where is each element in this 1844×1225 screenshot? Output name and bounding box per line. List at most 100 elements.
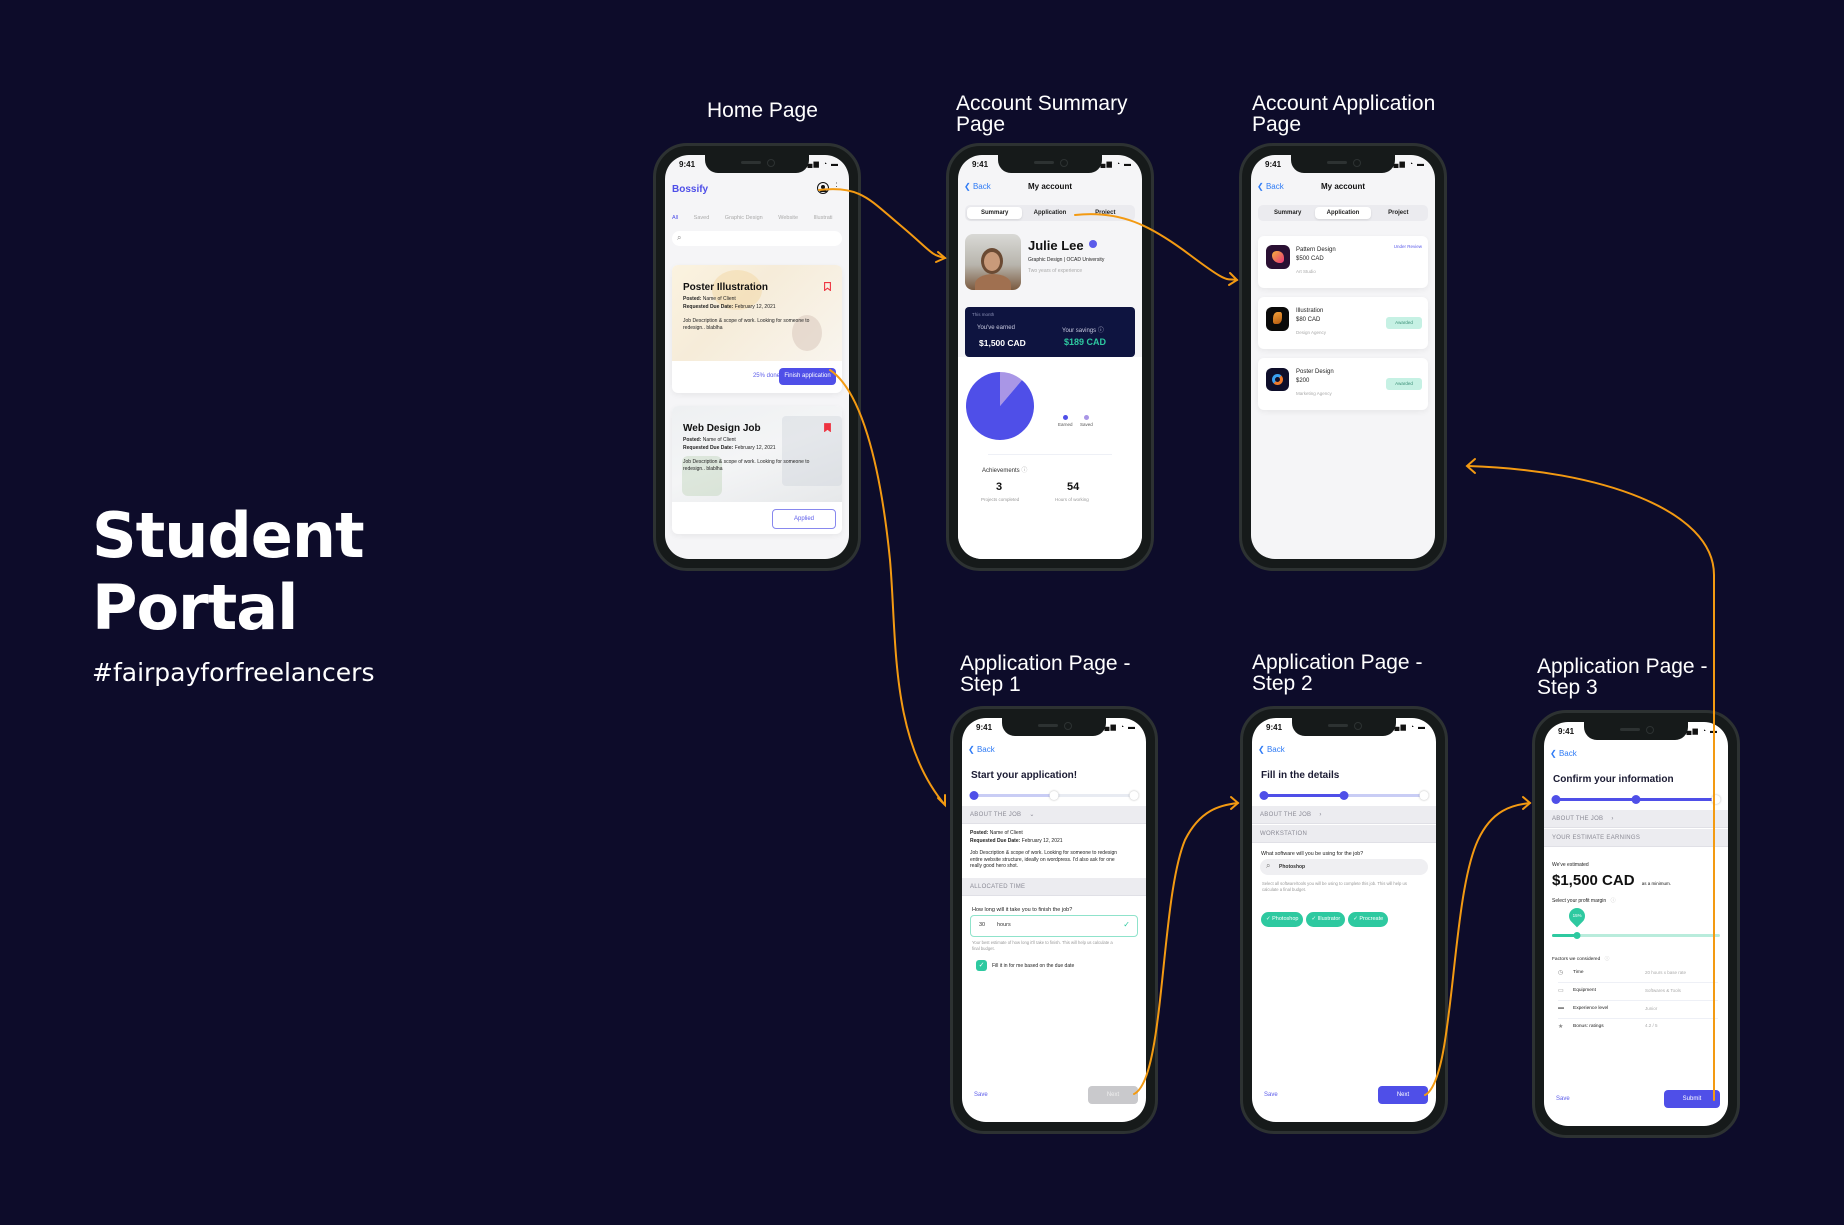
factor-row: ★ Bonus: ratings 4.2 / 5 bbox=[1558, 1019, 1718, 1037]
filter-tab-all[interactable]: All bbox=[672, 215, 678, 221]
value: Name of Client bbox=[702, 437, 736, 443]
bookmark-outline-icon[interactable] bbox=[824, 282, 831, 291]
filter-tab-saved[interactable]: Saved bbox=[694, 215, 710, 221]
progress-dot-2 bbox=[1049, 791, 1059, 800]
step-heading: Fill in the details bbox=[1261, 770, 1340, 781]
section-estimate-earnings: YOUR ESTIMATE EARNINGS bbox=[1544, 829, 1728, 847]
account-tabs: Summary Application Project bbox=[965, 205, 1135, 221]
check-icon: ✓ bbox=[1266, 916, 1271, 922]
save-button[interactable]: Save bbox=[1556, 1096, 1570, 1102]
status-time: 9:41 bbox=[1265, 160, 1282, 169]
legend-label: Saved bbox=[1080, 422, 1093, 427]
chevron-right-icon: › bbox=[1611, 816, 1614, 822]
back-button[interactable]: ❮ Back bbox=[1550, 749, 1577, 758]
help-icon[interactable]: ⓘ bbox=[1605, 957, 1610, 962]
bookmark-filled-icon[interactable] bbox=[824, 423, 831, 432]
tab-application[interactable]: Application bbox=[1022, 207, 1077, 219]
section-label: ABOUT THE JOB bbox=[970, 812, 1022, 818]
verified-badge-icon bbox=[1089, 240, 1098, 248]
factor-name: Time bbox=[1573, 970, 1584, 975]
job-card[interactable]: Web Design Job Posted: Name of Client Re… bbox=[672, 406, 842, 534]
filter-tab-graphic-design[interactable]: Graphic Design bbox=[725, 215, 763, 221]
section-about-job[interactable]: ABOUT THE JOB ⌄ bbox=[962, 806, 1146, 824]
chevron-right-icon: › bbox=[1319, 812, 1322, 818]
label: Posted: bbox=[970, 830, 989, 836]
title-summary: Account Summary Page bbox=[956, 93, 1128, 135]
application-item[interactable]: Poster Design $200 Marketing Agency Awar… bbox=[1258, 358, 1428, 410]
title-application: Account Application Page bbox=[1252, 93, 1435, 135]
application-company: Design Agency bbox=[1296, 330, 1327, 335]
tab-application[interactable]: Application bbox=[1315, 207, 1371, 219]
progress-dot-3 bbox=[1129, 791, 1139, 800]
finish-application-button[interactable]: Finish application bbox=[779, 368, 836, 385]
application-amount: $500 CAD bbox=[1296, 256, 1324, 262]
step-progress bbox=[969, 791, 1139, 800]
section-label: ABOUT THE JOB bbox=[1260, 812, 1312, 818]
software-search-input[interactable]: ⌕ Photoshop bbox=[1260, 859, 1428, 875]
help-icon[interactable]: ⓘ bbox=[1098, 328, 1104, 334]
next-button-disabled[interactable]: Next bbox=[1088, 1086, 1138, 1104]
next-button[interactable]: Next bbox=[1378, 1086, 1428, 1104]
chip-photoshop[interactable]: ✓ Photoshop bbox=[1261, 912, 1304, 927]
auto-fill-checkbox[interactable]: ✓ bbox=[976, 960, 987, 971]
arrow-head bbox=[937, 794, 946, 808]
phone-application-step2: 9:41 ▂▄▆ ◔ ▬ ❮ Back Fill in the details … bbox=[1240, 706, 1448, 1134]
more-vertical-icon[interactable]: ⋮ bbox=[832, 182, 841, 191]
phone-notch bbox=[1002, 718, 1106, 736]
applied-button[interactable]: Applied bbox=[772, 509, 836, 529]
help-icon[interactable]: ⓘ bbox=[1021, 468, 1027, 474]
submit-button[interactable]: Submit bbox=[1664, 1090, 1720, 1108]
status-time: 9:41 bbox=[679, 160, 696, 169]
user-circle-icon[interactable] bbox=[817, 182, 829, 194]
title-step1: Application Page - Step 1 bbox=[960, 653, 1130, 695]
value: February 12, 2021 bbox=[734, 445, 776, 451]
tab-project[interactable]: Project bbox=[1371, 207, 1426, 219]
tab-summary[interactable]: Summary bbox=[967, 207, 1023, 219]
factors-list: ◷ Time 20 hours x base rate ▭ Equipment … bbox=[1558, 965, 1718, 1037]
check-icon: ✓ bbox=[1311, 916, 1317, 922]
home-screen: 9:41 ▂▄▆ ◔ ▬ Bossify ⋮ All Saved Graphic… bbox=[665, 155, 849, 559]
step-progress bbox=[1551, 795, 1721, 804]
chip-illustrator[interactable]: ✓ Illustrator bbox=[1306, 912, 1346, 927]
progress-fill bbox=[1264, 794, 1344, 797]
section-about-job[interactable]: ABOUT THE JOB › bbox=[1252, 806, 1436, 824]
slider-thumb[interactable] bbox=[1573, 932, 1581, 939]
progress-light bbox=[974, 794, 1054, 797]
application-item[interactable]: Pattern Design $500 CAD Art Studio Under… bbox=[1258, 236, 1428, 288]
section-workstation: WORKSTATION bbox=[1252, 825, 1436, 843]
step-heading: Start your application! bbox=[971, 770, 1078, 781]
monitor-icon: ▭ bbox=[1558, 988, 1564, 994]
back-button[interactable]: ❮ Back bbox=[1258, 745, 1285, 754]
application-title: Pattern Design bbox=[1296, 247, 1336, 253]
job-card-image bbox=[672, 406, 842, 502]
savings-value: $189 CAD bbox=[1064, 337, 1107, 347]
tab-project[interactable]: Project bbox=[1078, 207, 1133, 219]
filter-tab-website[interactable]: Website bbox=[778, 215, 798, 221]
hours-input[interactable]: 30 hours ✓ bbox=[970, 915, 1138, 937]
application-item[interactable]: Illustration $80 CAD Design Agency Award… bbox=[1258, 297, 1428, 349]
filter-tab-illustration[interactable]: Illustrati bbox=[814, 215, 833, 221]
job-card[interactable]: Poster Illustration Posted: Name of Clie… bbox=[672, 265, 842, 393]
value: February 12, 2021 bbox=[734, 304, 776, 310]
hours-question: How long will it take you to finish the … bbox=[972, 907, 1073, 913]
progress-light bbox=[1344, 794, 1424, 797]
phone-notch bbox=[1291, 155, 1395, 173]
help-icon[interactable]: ⓘ bbox=[1611, 898, 1616, 904]
margin-slider[interactable]: 15% bbox=[1552, 904, 1720, 939]
chevron-left-icon: ❮ bbox=[1258, 745, 1265, 754]
save-button[interactable]: Save bbox=[1264, 1092, 1278, 1098]
back-button[interactable]: ❮ Back bbox=[968, 745, 995, 754]
hours-unit: hours bbox=[997, 922, 1011, 928]
search-input[interactable]: ⌕ bbox=[672, 231, 842, 246]
chip-procreate[interactable]: ✓ Procreate bbox=[1348, 912, 1389, 927]
tab-summary[interactable]: Summary bbox=[1260, 207, 1315, 219]
application-company: Marketing Agency bbox=[1296, 391, 1332, 396]
pie-chart bbox=[966, 372, 1034, 440]
save-button[interactable]: Save bbox=[974, 1092, 988, 1098]
clock-icon: ◷ bbox=[1558, 970, 1564, 976]
projects-value: 3 bbox=[996, 481, 1003, 493]
section-about-job[interactable]: ABOUT THE JOB › bbox=[1544, 810, 1728, 828]
title-step3-line1: Application Page - bbox=[1537, 655, 1708, 678]
step-progress bbox=[1259, 791, 1429, 800]
factors-label: Factors we considered ⓘ bbox=[1552, 955, 1609, 962]
